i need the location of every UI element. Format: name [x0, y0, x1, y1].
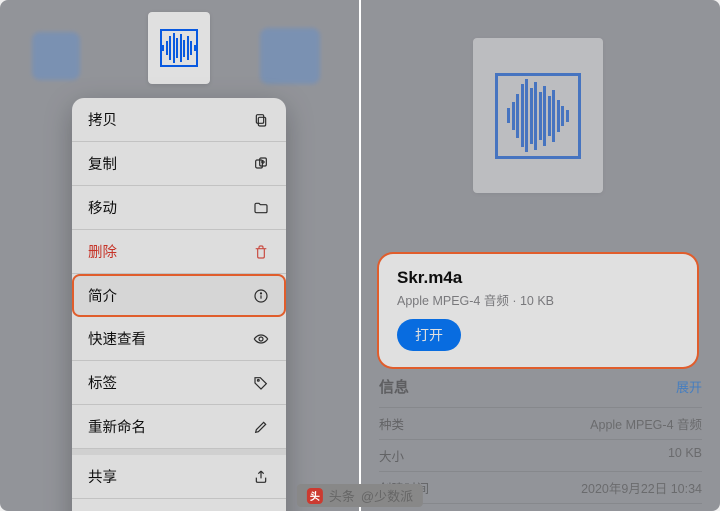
duplicate-icon	[252, 155, 270, 173]
info-row: 修改时间2020年9月22日 10:34	[379, 503, 702, 511]
ctx-label: 重新命名	[88, 416, 146, 437]
ctx-label: 快速查看	[88, 328, 146, 349]
watermark-prefix: 头条	[329, 486, 355, 505]
copy-icon	[252, 111, 270, 129]
info-row: 种类Apple MPEG-4 音频	[379, 407, 702, 439]
info-heading: 信息	[379, 376, 409, 397]
pencil-icon	[252, 418, 270, 436]
ctx-label: 复制	[88, 153, 117, 174]
audio-waveform-icon	[160, 29, 198, 67]
ctx-item-compress[interactable]: 压缩	[72, 499, 286, 511]
ctx-item-quicklook[interactable]: 快速查看	[72, 317, 286, 361]
ctx-label: 移动	[88, 197, 117, 218]
ctx-label: 拷贝	[88, 109, 117, 130]
audio-waveform-icon	[495, 73, 581, 159]
file-icon-preview[interactable]	[148, 12, 210, 84]
ctx-item-copy[interactable]: 拷贝	[72, 98, 286, 142]
info-row: 创建时间2020年9月22日 10:34	[379, 471, 702, 503]
toutiao-icon: 头	[307, 488, 323, 504]
info-icon	[252, 287, 270, 305]
share-icon	[252, 468, 270, 486]
ctx-item-duplicate[interactable]: 复制	[72, 142, 286, 186]
context-menu: 拷贝 复制 移动 删除	[72, 98, 286, 511]
watermark: 头 头条 @少数派	[297, 484, 423, 507]
ctx-item-share[interactable]: 共享	[72, 455, 286, 499]
ctx-label: 共享	[88, 466, 117, 487]
ctx-label: 删除	[88, 241, 117, 262]
tag-icon	[252, 374, 270, 392]
info-row: 大小10 KB	[379, 439, 702, 471]
ctx-item-move[interactable]: 移动	[72, 186, 286, 230]
file-icon-large	[473, 38, 603, 193]
ctx-item-rename[interactable]: 重新命名	[72, 405, 286, 449]
ctx-item-delete[interactable]: 删除	[72, 230, 286, 274]
file-info-card: Skr.m4a Apple MPEG-4 音频 · 10 KB 打开	[379, 254, 697, 367]
expand-link[interactable]: 展开	[676, 377, 702, 396]
file-name: Skr.m4a	[397, 268, 679, 288]
trash-icon	[252, 243, 270, 261]
ctx-label: 简介	[88, 285, 117, 306]
open-button[interactable]: 打开	[397, 319, 461, 351]
watermark-author: @少数派	[361, 486, 413, 505]
ctx-item-getinfo[interactable]: 简介	[72, 274, 286, 317]
folder-icon	[252, 199, 270, 217]
eye-icon	[252, 330, 270, 348]
ctx-item-tags[interactable]: 标签	[72, 361, 286, 405]
file-subtitle: Apple MPEG-4 音频 · 10 KB	[397, 290, 679, 309]
ctx-label: 标签	[88, 372, 117, 393]
